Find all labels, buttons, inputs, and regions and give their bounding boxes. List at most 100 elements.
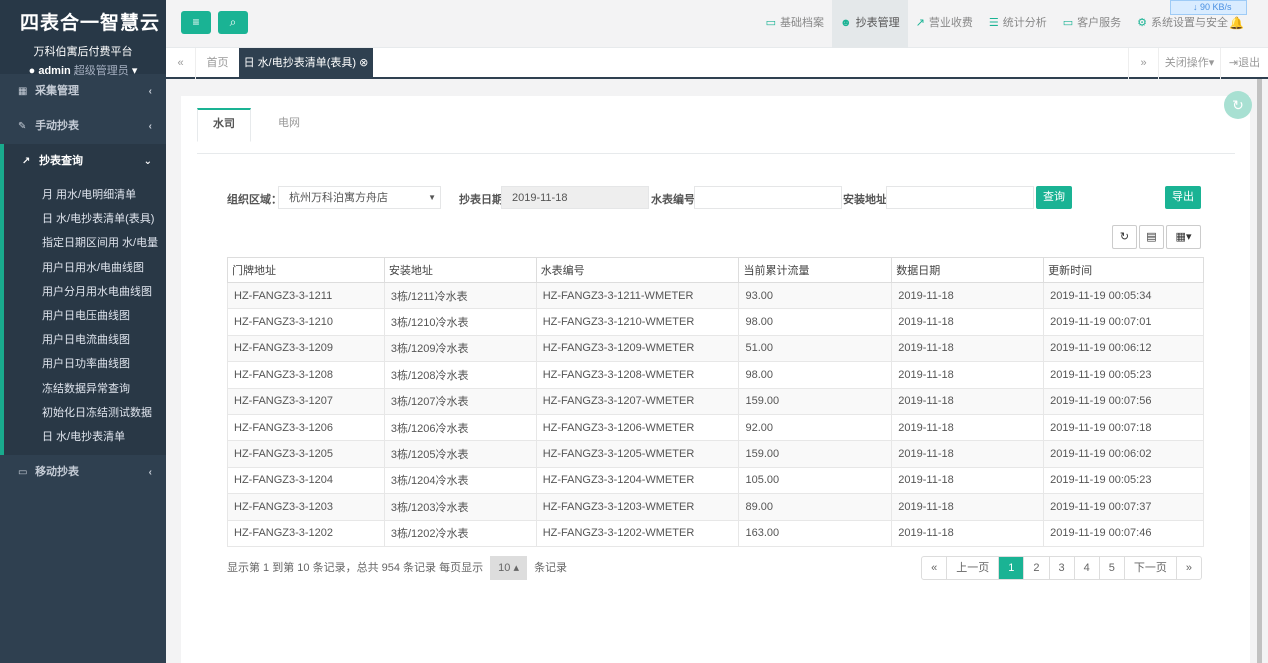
table-cell: HZ-FANGZ3-3-1204 [227,466,385,495]
submenu-item[interactable]: 初始化日冻结测试数据 [4,401,166,425]
tab-active[interactable]: 日 水/电抄表清单(表具) ⊗ [239,48,373,79]
submenu-item[interactable]: 月 用水/电明细清单 [4,183,166,207]
submenu-item[interactable]: 指定日期区间用 水/电量 [4,231,166,255]
table-cell: 93.00 [738,281,893,310]
app-title: 四表合一智慧云 [20,13,161,34]
table-cell: HZ-FANGZ3-3-1202-WMETER [535,519,740,547]
column-header[interactable]: 数据日期 [891,257,1045,283]
content-tabs: 水司 电网 [197,108,1235,154]
sidebar-item-collect[interactable]: ▦ 采集管理 ‹ [0,74,166,109]
nav-stats[interactable]: ☰ 统计分析 [981,0,1055,48]
meter-input[interactable] [694,186,842,209]
table-row[interactable]: HZ-FANGZ3-3-1206 3栋/1206冷水表 HZ-FANGZ3-3-12… [227,413,1204,442]
table-cell: 3栋/1202冷水表 [383,519,537,547]
page-link[interactable]: 2 [1024,557,1050,579]
table-cell: HZ-FANGZ3-3-1209-WMETER [535,334,740,363]
page-link[interactable]: 下一页 [1125,557,1177,579]
pagination-info-post: 条记录 [534,562,568,574]
pagination-info-pre: 显示第 1 到第 10 条记录，总共 954 条记录 每页显示 [227,562,484,574]
table-row[interactable]: HZ-FANGZ3-3-1203 3栋/1203冷水表 HZ-FANGZ3-3-12… [227,493,1204,521]
app-subtitle: 万科伯寓后付费平台 [33,46,133,58]
page-size-dropdown[interactable]: 10 ▴ [490,556,527,580]
list-icon: ☰ [988,17,999,29]
search-icon: ⌕ [229,15,237,29]
date-input[interactable]: 2019-11-18 [501,186,649,209]
column-header[interactable]: 门牌地址 [227,257,385,283]
page-link[interactable]: » [1177,557,1201,579]
page-link[interactable]: 3 [1050,557,1075,579]
org-select-value: 杭州万科泊寓方舟店 [289,192,388,204]
tabs-scroll-left-icon[interactable]: « [166,48,196,79]
tab-home[interactable]: 首页 [196,48,239,79]
chevron-left-icon: ‹ [148,467,152,479]
submenu-item[interactable]: 日 水/电抄表清单(表具) [4,207,166,231]
laptop-icon: ▭ [1062,17,1074,29]
table-row[interactable]: HZ-FANGZ3-3-1204 3栋/1204冷水表 HZ-FANGZ3-3-12… [227,466,1204,495]
table-cell: 2019-11-19 00:05:34 [1043,281,1204,310]
tab-power[interactable]: 电网 [257,108,321,142]
export-button[interactable]: 导出 [1165,186,1201,209]
table-cell: HZ-FANGZ3-3-1211-WMETER [535,281,740,310]
sidebar-item-label: 手动抄表 [35,120,80,132]
page-link[interactable]: 上一页 [947,557,1000,579]
sidebar-item-mobile[interactable]: ▭ 移动抄表 ‹ [0,455,166,490]
close-ops-dropdown[interactable]: 关闭操作▾ [1158,48,1220,79]
table-row[interactable]: HZ-FANGZ3-3-1210 3栋/1210冷水表 HZ-FANGZ3-3-12… [227,308,1204,336]
page-link[interactable]: « [922,557,948,579]
column-header[interactable]: 水表编号 [535,257,740,283]
bell-icon[interactable]: 🔔 [1229,16,1244,30]
toggle-view-button[interactable]: ▤ [1139,225,1164,249]
table-cell: HZ-FANGZ3-3-1205 [227,440,385,468]
submenu-item[interactable]: 用户日电压曲线图 [4,304,166,328]
page-scrollbar[interactable] [1257,79,1262,663]
submenu-item[interactable]: 冻结数据异常查询 [4,377,166,401]
page-size-value: 10 [498,562,511,574]
nav-service[interactable]: ▭ 客户服务 [1055,0,1129,48]
menu-toggle-button[interactable]: ≡ [181,11,211,34]
table-row[interactable]: HZ-FANGZ3-3-1211 3栋/1211冷水表 HZ-FANGZ3-3-12… [227,281,1204,310]
nav-meter[interactable]: ☻ 抄表管理 [832,0,908,48]
sidebar-item-manual[interactable]: ✎ 手动抄表 ‹ [0,109,166,144]
table-cell: HZ-FANGZ3-3-1202 [227,519,385,547]
table-cell: 2019-11-18 [891,493,1045,521]
search-button[interactable]: ⌕ [218,11,248,34]
close-icon[interactable]: ⊗ [359,57,368,69]
submenu-item[interactable]: 日 水/电抄表清单 [4,425,166,449]
columns-dropdown-button[interactable]: ▦▾ [1166,225,1201,249]
nav-basic[interactable]: ▭ 基础档案 [758,0,832,48]
sidebar-item-label: 移动抄表 [35,466,80,479]
logout-button[interactable]: ⇥退出 [1220,48,1268,79]
query-button[interactable]: 查询 [1036,186,1072,209]
submenu: 月 用水/电明细清单日 水/电抄表清单(表具) 指定日期区间用 水/电量 用户日用水… [0,179,166,456]
table-row[interactable]: HZ-FANGZ3-3-1208 3栋/1208冷水表 HZ-FANGZ3-3-12… [227,361,1204,389]
addr-input[interactable] [886,186,1034,209]
table-cell: 3栋/1207冷水表 [383,387,537,415]
submenu-item[interactable]: 用户日电流曲线图 [4,328,166,352]
nav-billing[interactable]: ↗ 营业收费 [908,0,981,48]
submenu-item[interactable]: 用户日功率曲线图 [4,352,166,376]
column-header[interactable]: 更新时间 [1043,257,1204,283]
tab-water[interactable]: 水司 [197,108,251,142]
table-body: HZ-FANGZ3-3-1211 3栋/1211冷水表 HZ-FANGZ3-3-12… [227,281,1204,547]
page-link[interactable]: 5 [1100,557,1125,579]
meter-table: 门牌地址 安装地址 水表编号 当前累计流量 数据日期 更新时间 HZ-FANGZ3-3-1… [227,257,1204,547]
table-row[interactable]: HZ-FANGZ3-3-1209 3栋/1209冷水表 HZ-FANGZ3-3-12… [227,334,1204,363]
column-header[interactable]: 安装地址 [383,257,537,283]
tabs-scroll-right-icon[interactable]: » [1128,48,1158,79]
sidebar-item-query[interactable]: ↗ 抄表查询 ⌄ [0,144,166,179]
table-row[interactable]: HZ-FANGZ3-3-1205 3栋/1205冷水表 HZ-FANGZ3-3-12… [227,440,1204,468]
refresh-table-button[interactable]: ↻ [1112,225,1137,249]
page-link[interactable]: 1 [999,557,1025,579]
table-row[interactable]: HZ-FANGZ3-3-1202 3栋/1202冷水表 HZ-FANGZ3-3-12… [227,519,1204,547]
table-cell: 3栋/1209冷水表 [383,334,537,363]
query-form: 组织区域： 杭州万科泊寓方舟店 ▼ 抄表日期 2019-11-18 水表编号 安装… [181,186,1250,211]
table-cell: 3栋/1206冷水表 [383,413,537,442]
page-link[interactable]: 4 [1075,557,1100,579]
floating-refresh-icon[interactable]: ↻ [1224,91,1252,119]
submenu-item[interactable]: 用户日用水/电曲线图 [4,256,166,280]
column-header[interactable]: 当前累计流量 [738,257,893,283]
table-row[interactable]: HZ-FANGZ3-3-1207 3栋/1207冷水表 HZ-FANGZ3-3-12… [227,387,1204,415]
submenu-item[interactable]: 用户分月用水电曲线图 [4,280,166,304]
table-cell: 98.00 [738,361,893,389]
org-select[interactable]: 杭州万科泊寓方舟店 ▼ [278,186,441,209]
